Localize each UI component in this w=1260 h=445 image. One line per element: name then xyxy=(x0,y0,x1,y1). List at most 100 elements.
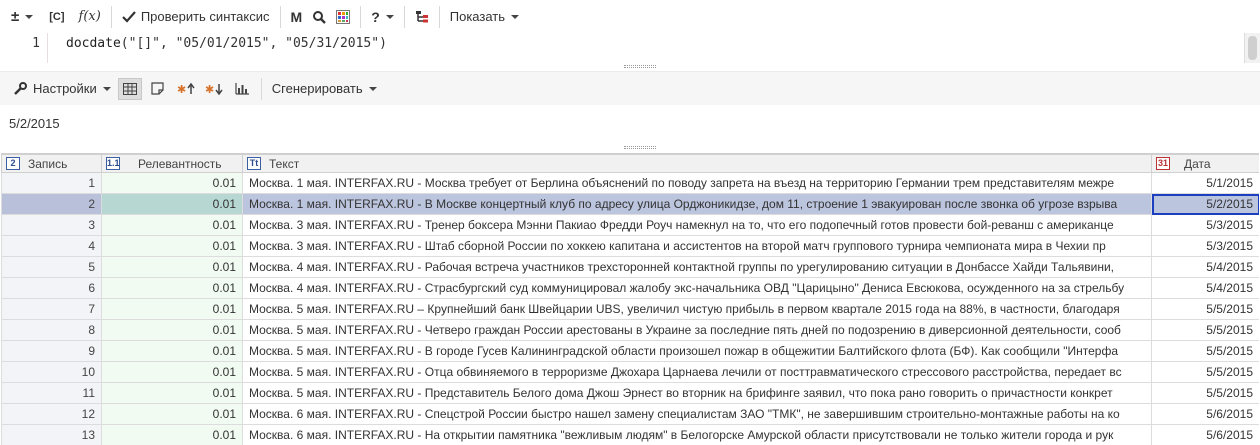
cell-record[interactable]: 10 xyxy=(1,361,102,383)
cell-text[interactable]: Москва. 6 мая. INTERFAX.RU - На открытии… xyxy=(242,424,1152,445)
cell-record[interactable]: 1 xyxy=(1,172,102,194)
result-value: 5/2/2015 xyxy=(9,116,60,131)
cell-text[interactable]: Москва. 4 мая. INTERFAX.RU - Рабочая вст… xyxy=(242,256,1152,278)
expression-editor[interactable]: 1 docdate("[]", "05/01/2015", "05/31/201… xyxy=(0,33,1260,63)
cell-relevance[interactable]: 0.01 xyxy=(101,340,243,362)
sort-asc-button[interactable]: ✱ xyxy=(174,78,198,100)
cell-record[interactable]: 12 xyxy=(1,403,102,425)
cell-text[interactable]: Москва. 5 мая. INTERFAX.RU - В городе Гу… xyxy=(242,340,1152,362)
show-dropdown[interactable]: Показать xyxy=(445,5,524,29)
header-text[interactable]: Tt Текст xyxy=(242,154,1152,173)
zoom-button[interactable] xyxy=(307,5,331,29)
table-row[interactable]: 12 0.01 Москва. 6 мая. INTERFAX.RU - Спецс… xyxy=(1,403,1259,425)
cell-text[interactable]: Москва. 6 мая. INTERFAX.RU - Спецстрой Р… xyxy=(242,403,1152,425)
cell-record[interactable]: 2 xyxy=(1,193,102,215)
resize-grip[interactable] xyxy=(624,65,656,68)
cell-record[interactable]: 8 xyxy=(1,319,102,341)
cell-date[interactable]: 5/4/2015 xyxy=(1151,256,1259,278)
cell-relevance[interactable]: 0.01 xyxy=(101,319,243,341)
table-row[interactable]: 5 0.01 Москва. 4 мая. INTERFAX.RU - Рабоча… xyxy=(1,256,1259,278)
table-row[interactable]: 1 0.01 Москва. 1 мая. INTERFAX.RU - Москва… xyxy=(1,172,1259,194)
table-row[interactable]: 9 0.01 Москва. 5 мая. INTERFAX.RU - В горо… xyxy=(1,340,1259,362)
toolbar-divider xyxy=(403,5,405,28)
table-row[interactable]: 3 0.01 Москва. 3 мая. INTERFAX.RU - Тренер… xyxy=(1,214,1259,236)
table-row[interactable]: 2 0.01 Москва. 1 мая. INTERFAX.RU - В Моск… xyxy=(1,193,1259,215)
cell-date[interactable]: 5/5/2015 xyxy=(1151,340,1259,362)
cell-date[interactable]: 5/3/2015 xyxy=(1151,235,1259,257)
check-syntax-button[interactable]: Проверить синтаксис xyxy=(117,5,275,29)
wrench-icon xyxy=(14,81,27,95)
cell-date[interactable]: 5/3/2015 xyxy=(1151,214,1259,236)
header-relevance[interactable]: 1.1 Релевантность xyxy=(101,154,243,173)
cell-date[interactable]: 5/6/2015 xyxy=(1151,424,1259,445)
table-row[interactable]: 11 0.01 Москва. 5 мая. INTERFAX.RU - Предс… xyxy=(1,382,1259,404)
cell-text[interactable]: Москва. 3 мая. INTERFAX.RU - Штаб сборно… xyxy=(242,235,1152,257)
cell-relevance[interactable]: 0.01 xyxy=(101,298,243,320)
cell-record[interactable]: 4 xyxy=(1,235,102,257)
cell-record[interactable]: 11 xyxy=(1,382,102,404)
table-row[interactable]: 8 0.01 Москва. 5 мая. INTERFAX.RU - Четвер… xyxy=(1,319,1259,341)
cell-date[interactable]: 5/4/2015 xyxy=(1151,277,1259,299)
code-line[interactable]: docdate("[]", "05/01/2015", "05/31/2015"… xyxy=(66,36,387,51)
help-button[interactable]: ? xyxy=(366,5,399,29)
results-grid: 2 Запись 1.1 Релевантность Tt Текст 31 Дата … xyxy=(1,153,1259,445)
cell-text[interactable]: Москва. 1 мая. INTERFAX.RU - Москва треб… xyxy=(242,172,1152,194)
cell-record[interactable]: 7 xyxy=(1,298,102,320)
editor-scrollbar[interactable] xyxy=(1244,33,1260,63)
cell-text[interactable]: Москва. 5 мая. INTERFAX.RU - Представите… xyxy=(242,382,1152,404)
cell-date[interactable]: 5/2/2015 xyxy=(1151,193,1259,215)
generate-dropdown[interactable]: Сгенерировать xyxy=(267,77,382,101)
cell-date[interactable]: 5/5/2015 xyxy=(1151,319,1259,341)
grid-header-row: 2 Запись 1.1 Релевантность Tt Текст 31 Дата xyxy=(1,154,1259,173)
header-record[interactable]: 2 Запись xyxy=(1,154,102,173)
chart-view-button[interactable] xyxy=(230,78,254,100)
cell-record[interactable]: 9 xyxy=(1,340,102,362)
cell-date[interactable]: 5/5/2015 xyxy=(1151,298,1259,320)
cell-record[interactable]: 3 xyxy=(1,214,102,236)
cell-relevance[interactable]: 0.01 xyxy=(101,403,243,425)
insert-operator-button[interactable]: ± xyxy=(6,5,38,29)
table-row[interactable]: 4 0.01 Москва. 3 мая. INTERFAX.RU - Штаб с… xyxy=(1,235,1259,257)
table-view-button[interactable] xyxy=(117,77,142,100)
cell-text[interactable]: Москва. 1 мая. INTERFAX.RU - В Москве ко… xyxy=(242,193,1152,215)
cell-date[interactable]: 5/1/2015 xyxy=(1151,172,1259,194)
cell-relevance[interactable]: 0.01 xyxy=(101,193,243,215)
m-button[interactable]: M xyxy=(286,5,308,29)
cell-text[interactable]: Москва. 5 мая. INTERFAX.RU – Крупнейший … xyxy=(242,298,1152,320)
cell-date[interactable]: 5/6/2015 xyxy=(1151,403,1259,425)
toolbar-divider xyxy=(438,5,440,28)
cell-relevance[interactable]: 0.01 xyxy=(101,172,243,194)
note-view-button[interactable] xyxy=(146,78,170,100)
color-grid-button[interactable] xyxy=(331,5,355,29)
cell-record[interactable]: 5 xyxy=(1,256,102,278)
scrollbar-thumb[interactable] xyxy=(1248,36,1257,60)
insert-function-button[interactable]: f(x) xyxy=(74,5,106,29)
header-date[interactable]: 31 Дата xyxy=(1151,154,1259,173)
table-row[interactable]: 10 0.01 Москва. 5 мая. INTERFAX.RU - Отца … xyxy=(1,361,1259,383)
sort-desc-button[interactable]: ✱ xyxy=(202,78,226,100)
cell-text[interactable]: Москва. 3 мая. INTERFAX.RU - Тренер бокс… xyxy=(242,214,1152,236)
cell-relevance[interactable]: 0.01 xyxy=(101,424,243,445)
cell-relevance[interactable]: 0.01 xyxy=(101,361,243,383)
integer-type-icon: 2 xyxy=(6,157,20,171)
cell-text[interactable]: Москва. 4 мая. INTERFAX.RU - Страсбургск… xyxy=(242,277,1152,299)
cell-date[interactable]: 5/5/2015 xyxy=(1151,382,1259,404)
table-row[interactable]: 6 0.01 Москва. 4 мая. INTERFAX.RU - Страсб… xyxy=(1,277,1259,299)
table-row[interactable]: 13 0.01 Москва. 6 мая. INTERFAX.RU - На от… xyxy=(1,424,1259,445)
cell-record[interactable]: 13 xyxy=(1,424,102,445)
tree-button[interactable] xyxy=(410,5,434,29)
cell-record[interactable]: 6 xyxy=(1,277,102,299)
resize-grip[interactable] xyxy=(624,146,656,149)
cell-relevance[interactable]: 0.01 xyxy=(101,235,243,257)
cell-relevance[interactable]: 0.01 xyxy=(101,382,243,404)
insert-field-button[interactable]: [C] xyxy=(44,5,69,29)
cell-date[interactable]: 5/5/2015 xyxy=(1151,361,1259,383)
table-row[interactable]: 7 0.01 Москва. 5 мая. INTERFAX.RU – Крупне… xyxy=(1,298,1259,320)
cell-text[interactable]: Москва. 5 мая. INTERFAX.RU - Четверо гра… xyxy=(242,319,1152,341)
cell-relevance[interactable]: 0.01 xyxy=(101,277,243,299)
cell-relevance[interactable]: 0.01 xyxy=(101,214,243,236)
settings-dropdown[interactable]: Настройки xyxy=(8,77,116,101)
cell-text[interactable]: Москва. 5 мая. INTERFAX.RU - Отца обвиня… xyxy=(242,361,1152,383)
settings-label: Настройки xyxy=(33,81,97,96)
cell-relevance[interactable]: 0.01 xyxy=(101,256,243,278)
